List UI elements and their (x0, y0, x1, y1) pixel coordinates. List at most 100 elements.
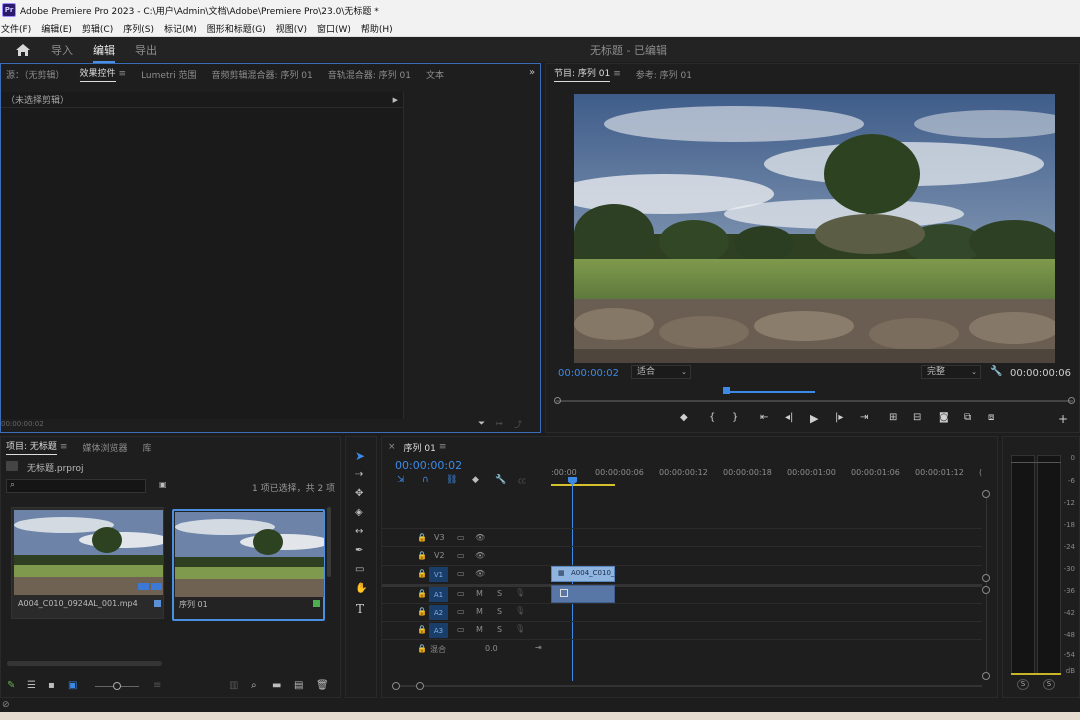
step-forward-icon[interactable]: |▸ (835, 412, 843, 423)
lock-icon[interactable]: 🔒 (417, 644, 427, 653)
work-area-bar[interactable] (551, 484, 615, 486)
sync-lock-icon[interactable]: ▭ (457, 607, 465, 616)
eye-icon[interactable]: 👁 (475, 533, 485, 542)
list-view-icon[interactable]: ☰ (27, 680, 36, 691)
tab-export[interactable]: 导出 (135, 42, 157, 58)
tab-effect-controls[interactable]: 效果控件 (79, 66, 116, 82)
new-item-icon[interactable]: ▤ (294, 680, 303, 691)
timeline-scroll-handle-end[interactable] (416, 682, 424, 690)
new-bin-from-search-icon[interactable]: ▣ (159, 480, 167, 489)
project-search-input[interactable]: ⌕ (6, 479, 146, 493)
go-to-out-icon[interactable]: ⇥ (860, 412, 868, 423)
eye-icon[interactable]: 👁 (475, 569, 485, 578)
mute-button[interactable]: M (476, 589, 483, 598)
mark-in-icon[interactable]: { (709, 412, 715, 423)
track-target-a3[interactable]: A3 (429, 623, 448, 638)
share-icon[interactable]: ⤴ (514, 419, 522, 430)
sync-lock-icon[interactable]: ▭ (457, 569, 465, 578)
track-target-a2[interactable]: A2 (429, 605, 448, 620)
filter-icon[interactable]: ⏷ (478, 419, 485, 429)
program-timecode[interactable]: 00:00:00:02 (558, 368, 619, 379)
nest-icon[interactable]: ⇲ (397, 475, 405, 485)
eye-icon[interactable]: 👁 (475, 551, 485, 560)
lock-icon[interactable]: 🔒 (417, 589, 427, 598)
lock-icon[interactable]: 🔒 (417, 533, 427, 542)
extract-icon[interactable]: ⊟ (913, 412, 921, 423)
play-icon[interactable]: ▶ (810, 412, 818, 425)
double-chevron-right-icon[interactable]: » (529, 67, 535, 78)
menu-graphics[interactable]: 图形和标题(G) (207, 22, 266, 35)
freeform-view-icon[interactable]: ▣ (68, 680, 77, 691)
wrench-icon[interactable]: 🔧 (990, 366, 1002, 377)
project-scrollbar[interactable] (327, 507, 331, 577)
tab-library[interactable]: 库 (142, 441, 151, 454)
fit-dropdown[interactable]: 适合 ⌄ (631, 365, 691, 379)
tab-audio-track-mixer[interactable]: 音轨混合器: 序列 01 (328, 68, 411, 81)
tab-project[interactable]: 项目: 无标题 (6, 439, 57, 455)
meter-solo-button-right[interactable]: S (1043, 679, 1055, 690)
lock-icon[interactable]: 🔒 (417, 551, 427, 560)
sync-lock-icon[interactable]: ▭ (457, 589, 465, 598)
export-frame-icon[interactable]: ↦ (496, 419, 503, 428)
lift-icon[interactable]: ⊞ (889, 412, 897, 423)
vscroll-handle[interactable] (982, 672, 990, 680)
meter-solo-button-left[interactable]: S (1017, 679, 1029, 690)
timeline-vertical-scrollbar[interactable] (986, 491, 987, 677)
menu-view[interactable]: 视图(V) (276, 22, 307, 35)
quality-dropdown[interactable]: 完整 ⌄ (921, 365, 981, 379)
sync-lock-icon[interactable]: ▭ (457, 533, 465, 542)
microphone-icon[interactable]: 🎙 (515, 624, 525, 633)
solo-button[interactable]: S (497, 589, 502, 598)
mix-value[interactable]: 0.0 (485, 644, 498, 653)
captions-icon[interactable]: ㏄ (518, 475, 526, 486)
panel-menu-icon[interactable]: ≡ (119, 69, 127, 79)
rectangle-tool-icon[interactable]: ▭ (355, 564, 364, 575)
comparison-view-icon[interactable]: ⧉ (964, 412, 971, 423)
track-label[interactable]: V2 (434, 551, 445, 560)
snap-icon[interactable]: ∩ (422, 475, 429, 485)
program-scrubber-track[interactable] (556, 400, 1073, 402)
add-button-icon[interactable]: + (1058, 412, 1068, 426)
menu-help[interactable]: 帮助(H) (361, 22, 393, 35)
wrench-icon[interactable]: 🔧 (495, 475, 506, 485)
timeline-scroll-handle-start[interactable] (392, 682, 400, 690)
tab-audio-clip-mixer[interactable]: 音频剪辑混合器: 序列 01 (212, 68, 313, 81)
timeline-timecode[interactable]: 00:00:00:02 (395, 459, 462, 472)
automate-icon[interactable]: ▥ (229, 680, 238, 691)
find-icon[interactable]: ⌕ (251, 680, 257, 691)
sync-lock-icon[interactable]: ▭ (457, 625, 465, 634)
video-clip[interactable]: ▦ A004_C010_0 (551, 566, 619, 582)
scrubber-end-handle[interactable] (1068, 397, 1075, 404)
panel-menu-icon[interactable]: ≡ (439, 442, 447, 452)
project-item-selected[interactable]: 序列 01 (172, 509, 325, 621)
trash-icon[interactable]: 🗑 (316, 680, 329, 691)
sync-lock-icon[interactable]: ▭ (457, 551, 465, 560)
menu-file[interactable]: 文件(F) (1, 22, 31, 35)
panel-menu-icon[interactable]: ≡ (60, 442, 68, 452)
pen-tool-icon[interactable]: ✒ (355, 545, 363, 556)
tab-media-browser[interactable]: 媒体浏览器 (82, 441, 127, 454)
camera-icon[interactable]: ◙ (939, 412, 949, 423)
menu-window[interactable]: 窗口(W) (317, 22, 351, 35)
scrubber-start-handle[interactable] (554, 397, 561, 404)
razor-tool-icon[interactable]: ◈ (355, 507, 363, 518)
go-to-in-icon[interactable]: ⇤ (760, 412, 768, 423)
new-bin-icon[interactable]: ▬ (272, 680, 281, 691)
audio-clip[interactable] (551, 585, 615, 603)
vscroll-handle[interactable] (982, 574, 990, 582)
hand-tool-icon[interactable]: ✋ (355, 583, 367, 594)
zoom-slider-handle[interactable] (113, 682, 121, 690)
microphone-icon[interactable]: 🎙 (515, 606, 525, 615)
ripple-edit-tool-icon[interactable]: ✥ (355, 488, 363, 499)
lock-icon[interactable]: 🔒 (417, 607, 427, 616)
pencil-icon[interactable]: ✎ (7, 680, 15, 691)
program-playhead[interactable] (723, 387, 730, 394)
menu-markers[interactable]: 标记(M) (164, 22, 197, 35)
track-select-tool-icon[interactable]: ⇢ (355, 469, 363, 480)
tab-lumetri-scopes[interactable]: Lumetri 范围 (141, 68, 196, 81)
solo-button[interactable]: S (497, 607, 502, 616)
close-icon[interactable]: × (388, 442, 396, 452)
mute-button[interactable]: M (476, 625, 483, 634)
track-label[interactable]: V3 (434, 533, 445, 542)
vscroll-handle[interactable] (982, 586, 990, 594)
